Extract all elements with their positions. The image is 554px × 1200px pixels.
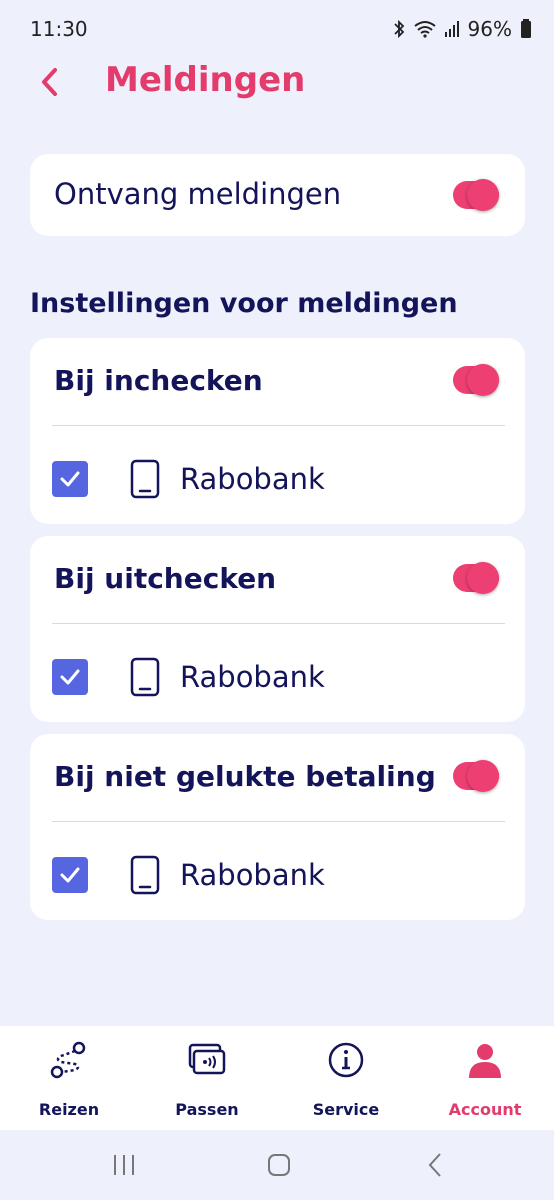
- battery-percentage: 96%: [467, 17, 512, 41]
- receive-notifications-label: Ontvang meldingen: [54, 177, 342, 211]
- system-back-button[interactable]: [420, 1150, 450, 1180]
- phone-icon: [130, 657, 160, 697]
- device-checkbox[interactable]: [52, 461, 88, 497]
- nav-item-account[interactable]: Account: [416, 1026, 554, 1130]
- nav-item-passen[interactable]: Passen: [138, 1026, 276, 1130]
- back-button[interactable]: [34, 62, 64, 102]
- device-label: Rabobank: [180, 660, 325, 694]
- receive-notifications-toggle[interactable]: [453, 179, 499, 211]
- divider: [52, 623, 505, 624]
- phone-icon: [130, 855, 160, 895]
- card-title: Bij inchecken: [54, 364, 263, 397]
- wifi-icon: [413, 21, 436, 38]
- nav-label: Account: [448, 1100, 522, 1119]
- route-icon: [50, 1041, 86, 1079]
- status-bar: 11:30 96%: [0, 0, 554, 58]
- bottom-nav: Reizen Passen Service Account: [0, 1026, 554, 1130]
- nav-label: Reizen: [38, 1100, 100, 1119]
- info-icon: [328, 1042, 364, 1078]
- recent-apps-icon: [114, 1155, 134, 1175]
- bluetooth-icon: [393, 19, 404, 39]
- phone-icon: [130, 459, 160, 499]
- nav-item-reizen[interactable]: Reizen: [0, 1026, 138, 1130]
- check-out-toggle[interactable]: [453, 562, 499, 594]
- device-label: Rabobank: [180, 858, 325, 892]
- device-checkbox[interactable]: [52, 857, 88, 893]
- page-title: Meldingen: [105, 60, 306, 100]
- check-out-card: Bij uitchecken Rabobank: [30, 536, 525, 722]
- chevron-left-icon: [42, 68, 57, 96]
- cards-icon: [188, 1043, 226, 1075]
- divider: [52, 425, 505, 426]
- card-title: Bij uitchecken: [54, 562, 277, 595]
- status-icons: 96%: [392, 17, 532, 41]
- check-in-toggle[interactable]: [453, 364, 499, 396]
- app-header: Meldingen: [0, 58, 554, 106]
- receive-notifications-card: Ontvang meldingen: [30, 154, 525, 236]
- home-button[interactable]: [264, 1150, 294, 1180]
- nav-label: Passen: [175, 1100, 239, 1119]
- system-nav-bar: [0, 1130, 554, 1200]
- section-title: Instellingen voor meldingen: [30, 288, 458, 319]
- signal-icon: [444, 21, 459, 37]
- divider: [52, 821, 505, 822]
- device-checkbox[interactable]: [52, 659, 88, 695]
- checkmark-icon: [60, 669, 80, 685]
- checkmark-icon: [60, 471, 80, 487]
- nav-item-service[interactable]: Service: [277, 1026, 415, 1130]
- back-arrow-icon: [428, 1153, 441, 1177]
- failed-payment-card: Bij niet gelukte betaling Rabobank: [30, 734, 525, 920]
- checkmark-icon: [60, 867, 80, 883]
- failed-payment-toggle[interactable]: [453, 760, 499, 792]
- status-time: 11:30: [30, 17, 88, 41]
- nav-label: Service: [312, 1100, 380, 1119]
- home-icon: [268, 1154, 290, 1176]
- user-icon: [469, 1044, 501, 1078]
- recent-apps-button[interactable]: [109, 1150, 139, 1180]
- battery-icon: [521, 19, 531, 38]
- card-title: Bij niet gelukte betaling: [54, 760, 436, 793]
- device-label: Rabobank: [180, 462, 325, 496]
- check-in-card: Bij inchecken Rabobank: [30, 338, 525, 524]
